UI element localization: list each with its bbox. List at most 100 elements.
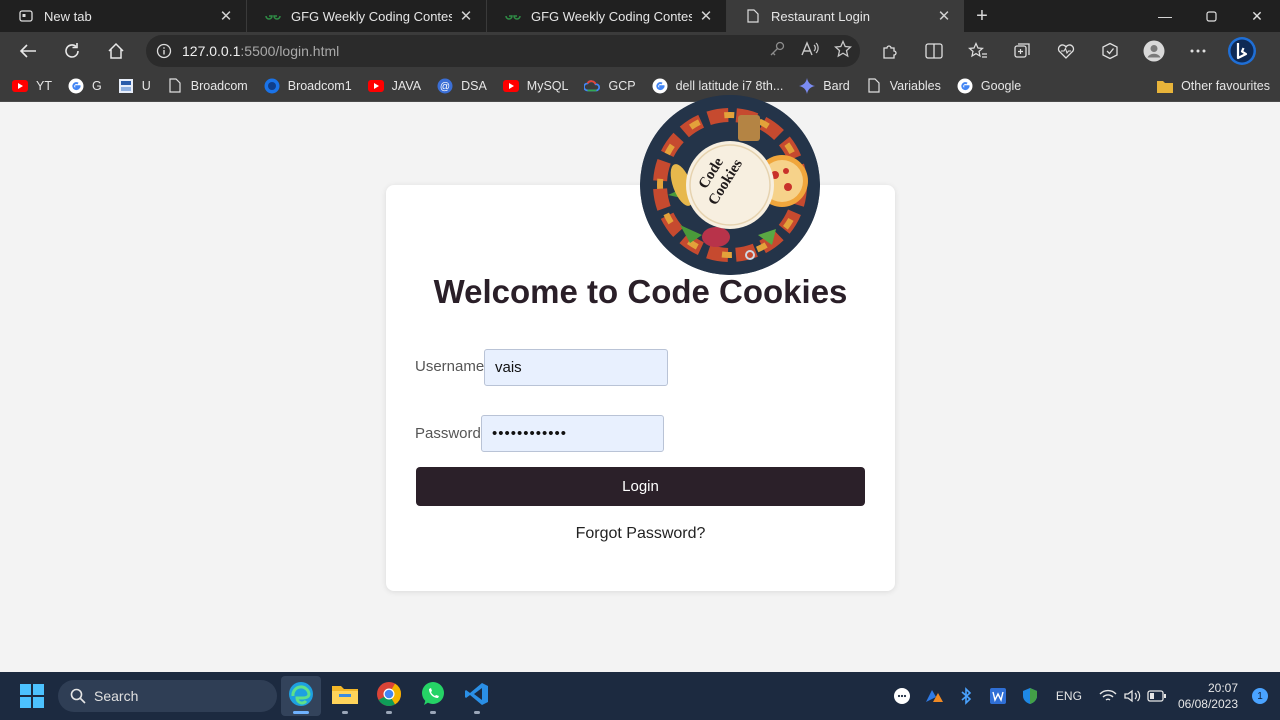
login-button[interactable]: Login xyxy=(416,467,865,506)
notification-badge[interactable]: 1 xyxy=(1252,688,1268,704)
forgot-password-link[interactable]: Forgot Password? xyxy=(386,525,895,543)
bookmark-label: dell latitude i7 8th... xyxy=(675,78,784,93)
favorite-star-icon[interactable] xyxy=(833,39,853,63)
home-icon[interactable] xyxy=(94,34,138,68)
bookmark-label: DSA xyxy=(461,78,487,93)
extensions-icon[interactable] xyxy=(868,34,912,68)
bookmark-dell-latitude-i7-8th[interactable]: dell latitude i7 8th... xyxy=(652,78,784,94)
app-tray-icon[interactable] xyxy=(918,680,950,712)
vscode-icon xyxy=(464,681,490,712)
key-icon[interactable] xyxy=(768,40,786,63)
wifi-icon[interactable] xyxy=(1096,680,1120,712)
windows-taskbar: Search ENG 20:07 06/08/2023 1 xyxy=(0,672,1280,720)
taskbar-chrome[interactable] xyxy=(369,676,409,716)
bookmark-broadcom[interactable]: Broadcom xyxy=(167,78,248,94)
favorites-icon[interactable] xyxy=(956,34,1000,68)
password-input[interactable] xyxy=(481,415,664,452)
bookmark-label: Google xyxy=(980,78,1022,93)
page-icon xyxy=(866,78,882,94)
wave-app-tray-icon[interactable] xyxy=(982,680,1014,712)
performance-icon[interactable] xyxy=(1044,34,1088,68)
bookmark-google[interactable]: Google xyxy=(957,78,1021,94)
window-controls: — ✕ xyxy=(1142,0,1280,32)
close-icon[interactable]: ✕ xyxy=(458,8,474,25)
minimize-icon[interactable]: — xyxy=(1142,0,1188,32)
profile-avatar-icon[interactable] xyxy=(1132,34,1176,68)
running-indicator xyxy=(430,711,436,714)
volume-icon[interactable] xyxy=(1120,680,1144,712)
bookmark-label: GCP xyxy=(608,78,636,93)
browser-essentials-icon[interactable] xyxy=(1088,34,1132,68)
taskbar-whatsapp[interactable] xyxy=(413,676,453,716)
tab-new-tab[interactable]: New tab ✕ xyxy=(0,0,247,32)
svg-text:@: @ xyxy=(440,81,450,92)
page-icon xyxy=(745,8,761,24)
gfg-icon xyxy=(265,8,281,24)
google-icon xyxy=(957,78,973,94)
bard-icon xyxy=(799,77,816,94)
url-host: 127.0.0.1 xyxy=(182,43,241,59)
gcp-icon xyxy=(584,78,601,94)
close-icon[interactable]: ✕ xyxy=(936,8,952,25)
windows-start-icon[interactable] xyxy=(20,684,44,708)
youtube-icon xyxy=(12,78,28,94)
refresh-icon[interactable] xyxy=(50,34,94,68)
newtab-icon xyxy=(18,8,34,24)
tab-restaurant-login[interactable]: Restaurant Login ✕ xyxy=(727,0,964,32)
bookmarks-bar: YT G U Broadcom Broadcom1 JAVA @ DSA MySQL GCP del… xyxy=(0,70,1280,102)
bookmark-broadcom1[interactable]: Broadcom1 xyxy=(264,78,352,94)
bookmark-label: Broadcom xyxy=(190,78,248,93)
taskbar-clock[interactable]: 20:07 06/08/2023 xyxy=(1178,680,1238,712)
close-icon[interactable]: ✕ xyxy=(218,8,234,25)
back-icon[interactable] xyxy=(6,34,50,68)
bookmark-label: JAVA xyxy=(391,78,422,93)
more-menu-icon[interactable] xyxy=(1176,34,1220,68)
bookmark-java[interactable]: JAVA xyxy=(367,78,422,94)
folder-icon xyxy=(331,682,359,711)
browser-toolbar: 127.0.0.1:5500/login.html xyxy=(0,32,1280,70)
address-bar[interactable]: 127.0.0.1:5500/login.html xyxy=(146,35,860,67)
bing-copilot-icon[interactable] xyxy=(1220,34,1264,68)
new-tab-button[interactable]: + xyxy=(964,0,1000,32)
running-indicator xyxy=(386,711,392,714)
url-text[interactable]: 127.0.0.1:5500/login.html xyxy=(182,43,339,59)
bookmark-dsa[interactable]: @ DSA xyxy=(437,78,487,94)
close-icon[interactable]: ✕ xyxy=(698,8,714,25)
chat-tray-icon[interactable] xyxy=(886,680,918,712)
bookmark-yt[interactable]: YT xyxy=(12,78,52,94)
bookmark-mysql[interactable]: MySQL xyxy=(502,78,569,94)
read-aloud-icon[interactable] xyxy=(800,40,820,63)
page-title: Welcome to Code Cookies xyxy=(433,273,848,310)
taskbar-file-explorer[interactable] xyxy=(325,676,365,716)
tab-gfg-contest-11[interactable]: GFG Weekly Coding Contest - 11 ✕ xyxy=(487,0,727,32)
bluetooth-icon[interactable] xyxy=(950,680,982,712)
restore-icon[interactable] xyxy=(1188,0,1234,32)
bookmark-variables[interactable]: Variables xyxy=(866,78,941,94)
username-input[interactable] xyxy=(484,349,668,386)
clock-date: 06/08/2023 xyxy=(1177,697,1238,711)
taskbar-search[interactable]: Search xyxy=(58,680,277,712)
username-label: Username xyxy=(415,358,485,375)
close-window-icon[interactable]: ✕ xyxy=(1234,0,1280,32)
collections-icon[interactable] xyxy=(1000,34,1044,68)
gfg-icon xyxy=(505,8,521,24)
bookmark-label: G xyxy=(91,78,102,93)
tab-bar: New tab ✕ GFG Weekly Coding Contest ✕ GF… xyxy=(0,0,1280,32)
bookmark-label: MySQL xyxy=(526,78,569,93)
taskbar-edge[interactable] xyxy=(281,676,321,716)
info-icon[interactable] xyxy=(146,43,182,59)
bookmark-u[interactable]: U xyxy=(118,78,151,94)
tab-title: Restaurant Login xyxy=(771,8,871,24)
bookmark-gcp[interactable]: GCP xyxy=(584,78,636,94)
battery-icon[interactable] xyxy=(1144,680,1170,712)
security-shield-icon[interactable] xyxy=(1014,680,1046,712)
bookmark-bard[interactable]: Bard xyxy=(799,77,850,94)
folder-icon xyxy=(1157,80,1174,93)
page-viewport: Code Cookies Welcome to Code Cookies Use… xyxy=(0,95,1280,672)
language-indicator[interactable]: ENG xyxy=(1056,689,1082,703)
split-screen-icon[interactable] xyxy=(912,34,956,68)
bookmark-g[interactable]: G xyxy=(68,78,102,94)
bookmark-other-favourites[interactable]: Other favourites xyxy=(1157,70,1270,102)
taskbar-vscode[interactable] xyxy=(457,676,497,716)
tab-gfg-contest[interactable]: GFG Weekly Coding Contest ✕ xyxy=(247,0,487,32)
